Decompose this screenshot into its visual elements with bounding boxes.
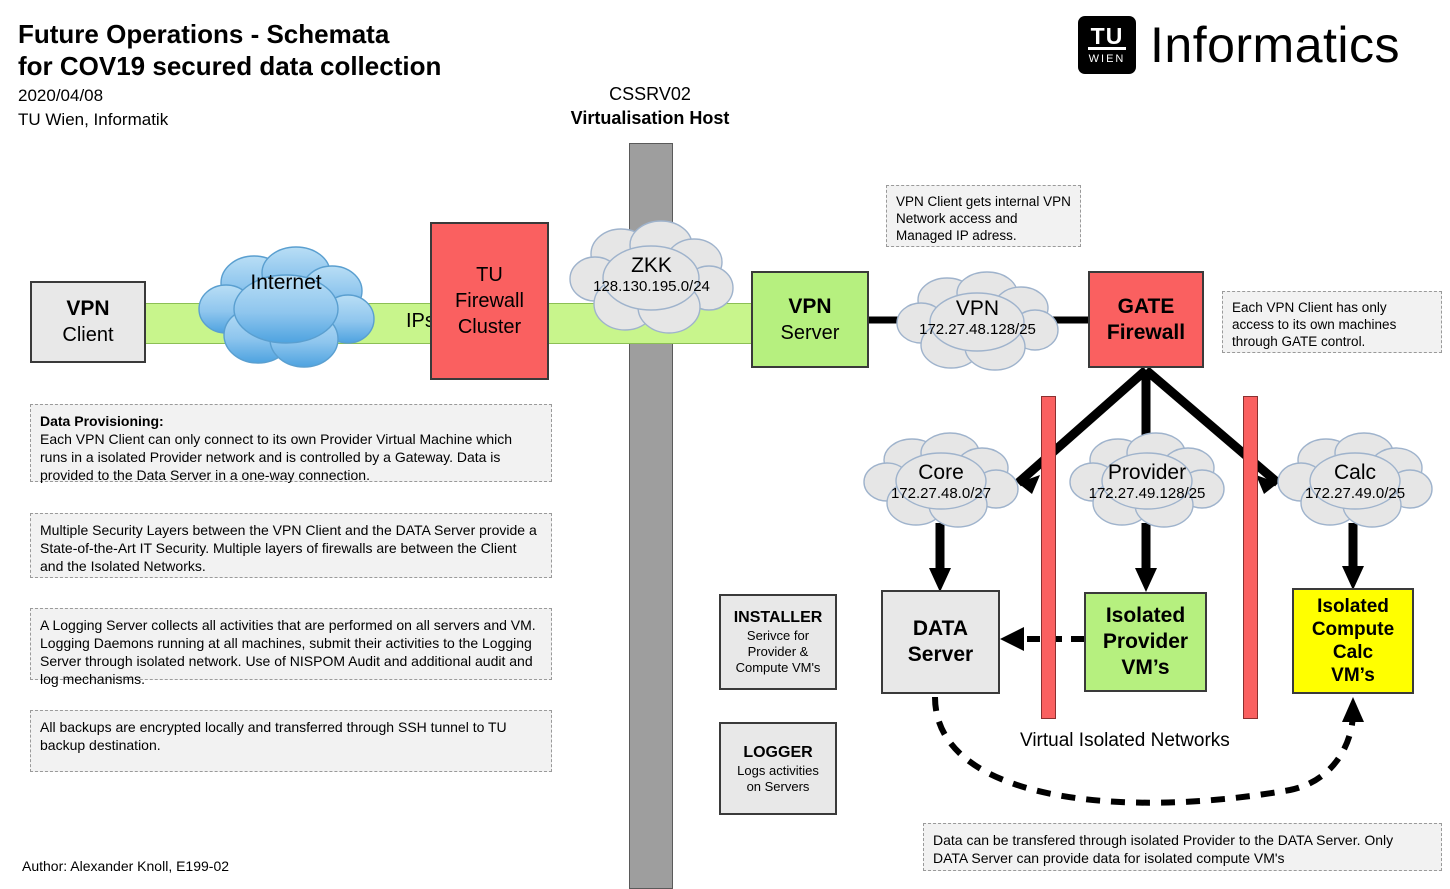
iso-provider-line-1: Isolated	[1105, 604, 1186, 627]
logo-wordmark: Informatics	[1150, 17, 1401, 73]
cloud-calc-subnet: 172.27.49.0/25	[1304, 485, 1406, 502]
cloud-internet-label: Internet	[250, 271, 322, 294]
logo-wien-text: WIEN	[1088, 52, 1126, 65]
title-line-1: Future Operations - Schemata	[18, 19, 390, 49]
note-gate-control: Each VPN Client has only access to its o…	[1222, 291, 1442, 353]
cloud-core-subnet: 172.27.48.0/27	[890, 485, 992, 502]
node-gate-firewall[interactable]: GATE Firewall	[1088, 271, 1204, 368]
cloud-zkk: ZKK 128.130.195.0/24	[569, 216, 734, 344]
tu-firewall-line-2: Firewall	[455, 290, 524, 312]
isolation-bar-right	[1243, 396, 1258, 719]
note-data-provisioning-title: Data Provisioning:	[40, 413, 164, 429]
date-label: 2020/04/08	[18, 86, 104, 105]
cloud-vpn-subnet: 172.27.48.128/25	[919, 321, 1036, 338]
tu-firewall-line-1: TU	[476, 264, 503, 286]
vpn-server-line-2: Server	[780, 321, 840, 344]
note-security-layers: Multiple Security Layers between the VPN…	[30, 513, 552, 578]
note-vpn-client-access: VPN Client gets internal VPN Network acc…	[886, 185, 1081, 247]
host-role: Virtualisation Host	[570, 108, 730, 128]
gate-firewall-line-1: GATE	[1117, 294, 1175, 318]
note-data-provisioning: Data Provisioning: Each VPN Client can o…	[30, 404, 552, 483]
cloud-zkk-subnet: 128.130.195.0/24	[593, 278, 710, 295]
tu-wien-informatics-logo: TU WIEN Informatics	[1078, 16, 1400, 74]
isolation-bar-left	[1041, 396, 1056, 719]
page-title: Future Operations - Schemata for COV19 s…	[18, 18, 658, 82]
cloud-vpn: VPN 172.27.48.128/25	[895, 267, 1060, 379]
note-data-provisioning-body: Each VPN Client can only connect to its …	[40, 431, 513, 483]
iso-provider-line-3: VM’s	[1121, 656, 1170, 679]
cloud-core: Core 172.27.48.0/27	[862, 428, 1020, 536]
cloud-provider-subnet: 172.27.49.128/25	[1088, 485, 1206, 502]
node-isolated-compute-calc-vms[interactable]: Isolated Compute Calc VM’s	[1292, 588, 1414, 694]
page-subtitle: 2020/04/08 TU Wien, Informatik	[18, 84, 168, 132]
cloud-internet: Internet	[196, 243, 376, 377]
cloud-provider-label: Provider	[1107, 461, 1187, 484]
tu-wien-logo-icon: TU WIEN	[1078, 16, 1136, 74]
iso-provider-line-2: Provider	[1102, 630, 1189, 653]
node-data-server[interactable]: DATA Server	[881, 590, 1000, 694]
vpn-client-line-2: Client	[62, 324, 114, 346]
host-name: CSSRV02	[609, 84, 691, 104]
node-vpn-client[interactable]: VPN Client	[30, 281, 146, 363]
node-vpn-server[interactable]: VPN Server	[751, 271, 869, 368]
logger-sub-1: Logs activities	[737, 762, 819, 778]
cloud-calc: Calc 172.27.49.0/25	[1276, 428, 1434, 536]
cloud-calc-label: Calc	[1333, 461, 1376, 484]
virtual-isolated-networks-label: Virtual Isolated Networks	[1020, 730, 1230, 751]
cloud-core-label: Core	[918, 461, 964, 484]
iso-calc-line-4: VM’s	[1331, 665, 1375, 686]
tu-firewall-line-3: Cluster	[457, 316, 522, 338]
node-logger[interactable]: LOGGER Logs activities on Servers	[719, 722, 837, 815]
iso-calc-line-2: Compute	[1311, 619, 1395, 640]
gate-firewall-line-2: Firewall	[1106, 320, 1186, 344]
title-line-2: for COV19 secured data collection	[18, 51, 442, 81]
installer-sub-3: Compute VM's	[735, 660, 821, 675]
installer-sub-1: Serivce for	[746, 628, 810, 643]
vpn-client-line-1: VPN	[66, 297, 110, 320]
vpn-server-line-1: VPN	[788, 294, 832, 318]
note-logging-server: A Logging Server collects all activities…	[30, 608, 552, 687]
note-backups: All backups are encrypted locally and tr…	[30, 710, 552, 772]
logger-title: LOGGER	[743, 743, 813, 761]
cloud-vpn-label: VPN	[955, 297, 1000, 320]
node-installer[interactable]: INSTALLER Serivce for Provider & Compute…	[719, 594, 837, 690]
virtualisation-host-label: CSSRV02 Virtualisation Host	[520, 82, 780, 130]
node-isolated-provider-vms[interactable]: Isolated Provider VM’s	[1084, 592, 1207, 692]
iso-calc-line-3: Calc	[1332, 642, 1374, 663]
data-server-line-2: Server	[907, 643, 974, 666]
cloud-zkk-label: ZKK	[631, 254, 672, 277]
note-data-transfer: Data can be transfered through isolated …	[923, 823, 1442, 871]
iso-calc-line-1: Isolated	[1317, 596, 1389, 617]
node-tu-firewall-cluster[interactable]: TU Firewall Cluster	[430, 222, 549, 380]
logo-tu-text: TU	[1087, 24, 1127, 50]
cloud-provider: Provider 172.27.49.128/25	[1068, 428, 1226, 536]
installer-title: INSTALLER	[733, 609, 823, 626]
installer-sub-2: Provider &	[747, 644, 809, 659]
org-label: TU Wien, Informatik	[18, 110, 169, 129]
author-label: Author: Alexander Knoll, E199-02	[22, 858, 230, 874]
data-server-line-1: DATA	[912, 617, 969, 640]
logger-sub-2: on Servers	[746, 778, 810, 794]
